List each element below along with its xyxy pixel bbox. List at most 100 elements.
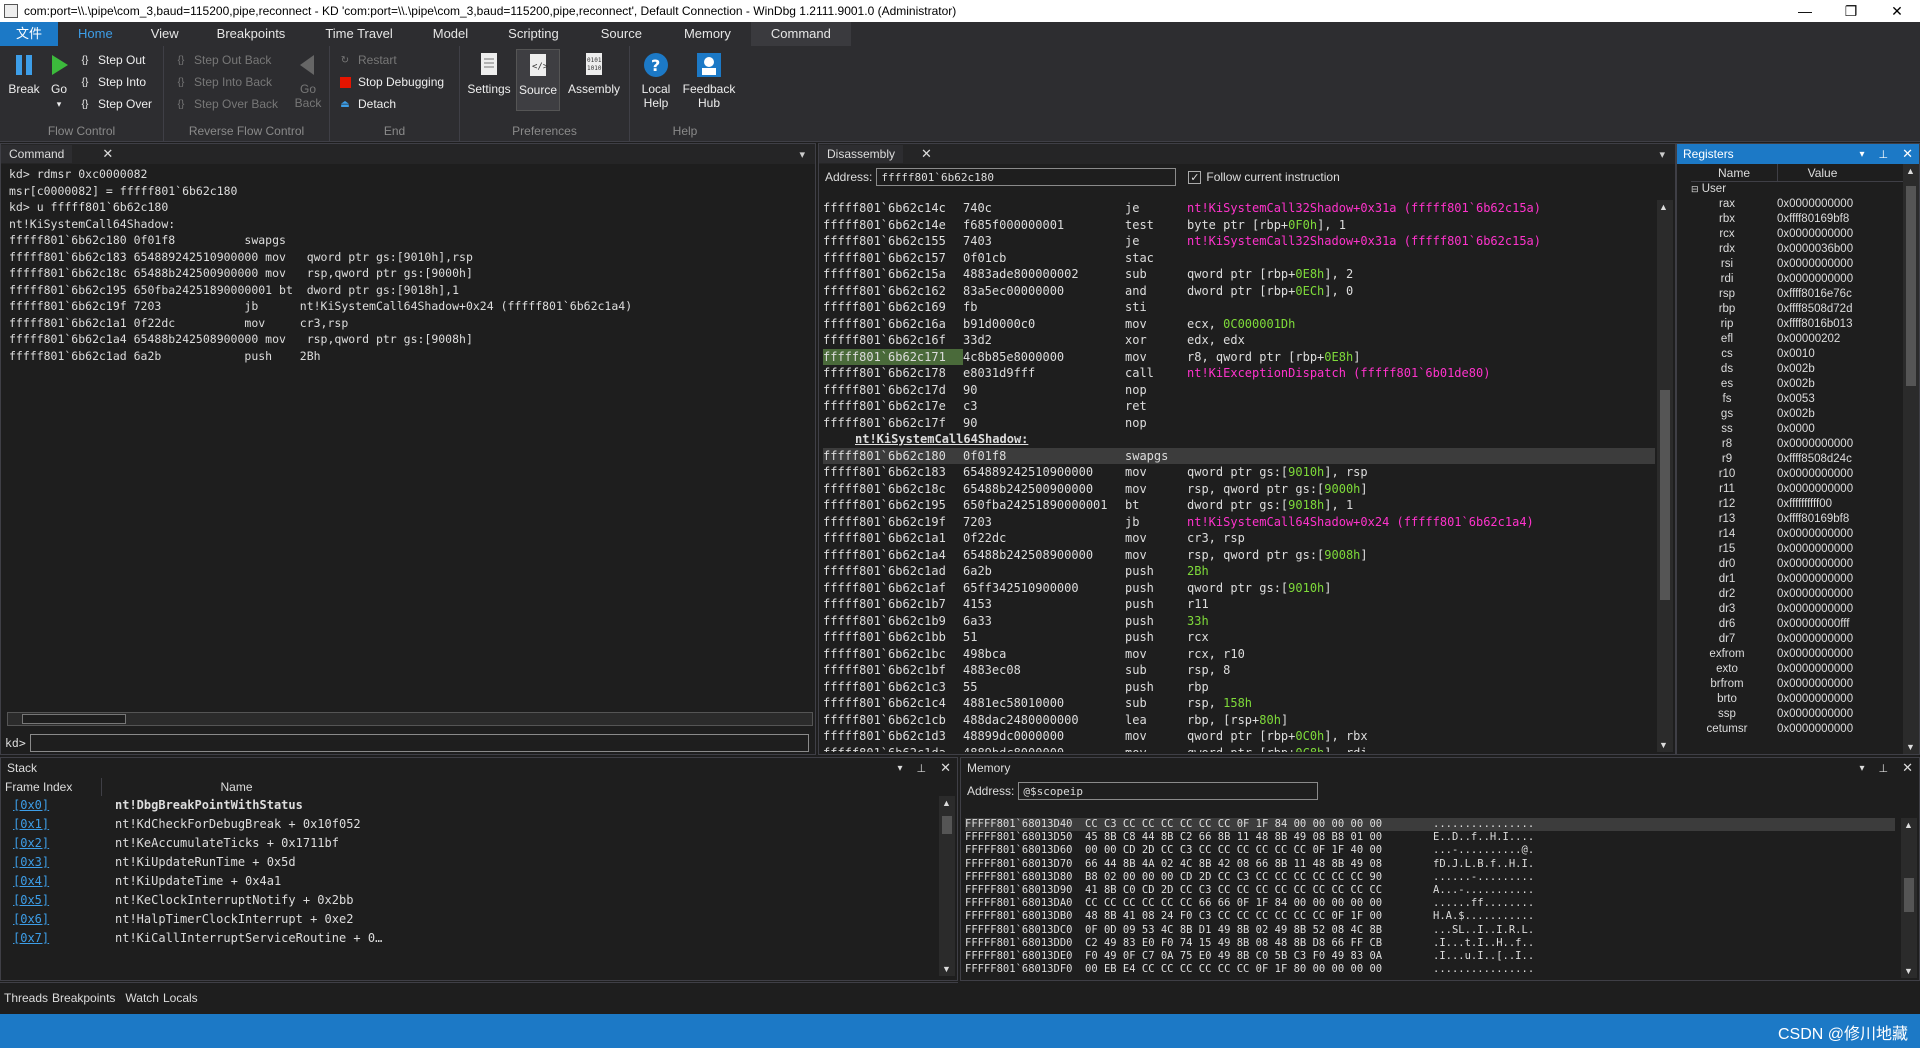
memory-close-icon[interactable]: ✕ <box>1902 760 1913 776</box>
stack-frame-link[interactable]: [0x6] <box>13 912 49 926</box>
command-hscrollbar[interactable] <box>7 712 813 726</box>
disasm-row[interactable]: fffff801`6b62c14c 740c je nt!KiSystemCall32… <box>823 200 1655 217</box>
memory-row[interactable]: FFFFF801`68013DD0 C2 49 83 E0 F0 74 15 49… <box>965 937 1895 950</box>
disassembly-tab-close-icon[interactable]: ✕ <box>921 146 932 162</box>
stack-row[interactable]: [0x6] nt!HalpTimerClockInterrupt + 0xe2 <box>1 910 957 929</box>
register-row[interactable]: dr0 0x0000000000 <box>1677 557 1919 572</box>
feedback-hub-button[interactable]: Feedback Hub <box>678 52 740 110</box>
memory-row[interactable]: FFFFF801`68013D60 00 00 CD 2D CC C3 CC CC… <box>965 844 1895 857</box>
disasm-row[interactable]: fffff801`6b62c1b9 6a33 push 33h <box>823 613 1655 630</box>
close-window-button[interactable]: ✕ <box>1874 3 1920 20</box>
registers-vscrollbar[interactable]: ▲ ▼ <box>1903 164 1919 754</box>
register-row[interactable]: r13 0xffff80169bf8 <box>1677 512 1919 527</box>
register-row[interactable]: cs 0x0010 <box>1677 347 1919 362</box>
disassembly-vscroll-thumb[interactable] <box>1660 390 1670 600</box>
minimize-button[interactable]: — <box>1782 3 1828 19</box>
disasm-row[interactable]: fffff801`6b62c178 e8031d9fff call nt!KiExce… <box>823 365 1655 382</box>
stop-debugging-button[interactable]: Stop Debugging <box>338 72 444 92</box>
restart-button[interactable]: ↻ Restart <box>338 50 397 70</box>
command-pane-menu-icon[interactable]: ▾ <box>799 148 805 161</box>
register-row[interactable]: dr3 0x0000000000 <box>1677 602 1919 617</box>
tab-breakpoints[interactable]: Breakpoints <box>197 22 306 46</box>
disasm-row[interactable]: nt!KiSystemCall64Shadow: <box>823 431 1655 448</box>
register-row[interactable]: efl 0x00000202 <box>1677 332 1919 347</box>
tab-threads[interactable]: Threads <box>4 991 48 1005</box>
disasm-row[interactable]: fffff801`6b62c1a4 65488b242508900000 mov rs… <box>823 547 1655 564</box>
assembly-button[interactable]: 0101 1010 Assembly <box>564 52 624 96</box>
stack-frame-link[interactable]: [0x4] <box>13 874 49 888</box>
step-into-back-button[interactable]: {} Step Into Back <box>174 72 272 92</box>
stack-row[interactable]: [0x5] nt!KeClockInterruptNotify + 0x2bb <box>1 891 957 910</box>
register-row[interactable]: ssp 0x0000000000 <box>1677 707 1919 722</box>
disasm-row[interactable]: fffff801`6b62c17e c3 ret <box>823 398 1655 415</box>
stack-frame-index[interactable]: [0x4] <box>1 872 115 891</box>
disasm-row[interactable]: fffff801`6b62c162 83a5ec00000000 and dword … <box>823 283 1655 300</box>
register-row[interactable]: r10 0x0000000000 <box>1677 467 1919 482</box>
disasm-row[interactable]: fffff801`6b62c1bf 4883ec08 sub rsp, 8 <box>823 662 1655 679</box>
disasm-row[interactable]: fffff801`6b62c1da4889bdc8000000movqword … <box>823 745 1655 753</box>
stack-col-index[interactable]: Frame Index <box>1 778 101 796</box>
settings-button[interactable]: Settings <box>466 52 512 96</box>
memory-row[interactable]: FFFFF801`68013D50 45 8B C8 44 8B C2 66 8B… <box>965 831 1895 844</box>
disasm-row[interactable]: fffff801`6b62c171 4c8b85e8000000 mov r8, qw… <box>823 348 1655 365</box>
pin-icon[interactable]: ⊥ <box>1879 148 1889 161</box>
registers-vscroll-thumb[interactable] <box>1906 186 1916 386</box>
disassembly-pane-menu-icon[interactable]: ▾ <box>1659 148 1665 161</box>
memory-row[interactable]: FFFFF801`68013D40 CC C3 CC CC CC CC CC CC… <box>965 818 1895 832</box>
register-row[interactable]: rsp 0xffff8016e76c <box>1677 287 1919 302</box>
register-row[interactable]: rip 0xffff8016b013 <box>1677 317 1919 332</box>
step-out-back-button[interactable]: {} Step Out Back <box>174 50 272 70</box>
memory-row[interactable]: FFFFF801`68013DF0 00 EB E4 CC CC CC CC CC… <box>965 963 1895 976</box>
step-into-button[interactable]: {} Step Into <box>78 72 146 92</box>
disassembly-vscrollbar[interactable]: ▲ ▼ <box>1657 200 1673 752</box>
register-row[interactable]: brto 0x0000000000 <box>1677 692 1919 707</box>
step-over-button[interactable]: {} Step Over <box>78 94 152 114</box>
tab-time-travel[interactable]: Time Travel <box>305 22 412 46</box>
disasm-row[interactable]: fffff801`6b62c1bb 51 push rcx <box>823 629 1655 646</box>
register-row[interactable]: rdx 0x0000036b00 <box>1677 242 1919 257</box>
disasm-row[interactable]: fffff801`6b62c1c4 4881ec58010000 sub rsp, 1… <box>823 695 1655 712</box>
tab-breakpoints-pane[interactable]: Breakpoints <box>52 991 115 1005</box>
stack-row[interactable]: [0x4] nt!KiUpdateTime + 0x4a1 <box>1 872 957 891</box>
mem-scroll-down-icon[interactable]: ▼ <box>1904 966 1913 976</box>
tab-source[interactable]: Source <box>579 22 664 46</box>
registers-close-icon[interactable]: ✕ <box>1902 146 1913 162</box>
disasm-row[interactable]: fffff801`6b62c1d3 48899dc0000000 mov qword … <box>823 728 1655 745</box>
local-help-button[interactable]: ? Local Help <box>634 52 678 110</box>
register-row[interactable]: es 0x002b <box>1677 377 1919 392</box>
register-row[interactable]: r12 0xffffffffff00 <box>1677 497 1919 512</box>
stack-row[interactable]: [0x1] nt!KdCheckForDebugBreak + 0x10f052 <box>1 815 957 834</box>
stack-frame-index[interactable]: [0x5] <box>1 891 115 910</box>
disasm-row[interactable]: fffff801`6b62c195 650fba24251890000001 bt d… <box>823 497 1655 514</box>
register-row[interactable]: rcx 0x0000000000 <box>1677 227 1919 242</box>
register-row[interactable]: rsi 0x0000000000 <box>1677 257 1919 272</box>
disasm-row[interactable]: fffff801`6b62c1c3 55 push rbp <box>823 679 1655 696</box>
register-row[interactable]: r11 0x0000000000 <box>1677 482 1919 497</box>
register-row[interactable]: rbp 0xffff8508d72d <box>1677 302 1919 317</box>
tab-watch[interactable]: Watch <box>125 991 159 1005</box>
reg-scroll-down-icon[interactable]: ▼ <box>1906 742 1915 752</box>
tab-home[interactable]: Home <box>58 22 133 46</box>
scroll-down-icon[interactable]: ▼ <box>1659 740 1668 750</box>
tab-memory[interactable]: Memory <box>664 22 751 46</box>
register-row[interactable]: r8 0x0000000000 <box>1677 437 1919 452</box>
stack-row[interactable]: [0x0] nt!DbgBreakPointWithStatus <box>1 796 957 815</box>
tab-file[interactable]: 文件 <box>0 22 59 46</box>
disasm-row[interactable]: fffff801`6b62c16a b91d0000c0 mov ecx, 0C000… <box>823 316 1655 333</box>
register-row[interactable]: cetumsr 0x0000000000 <box>1677 722 1919 737</box>
register-row[interactable]: dr1 0x0000000000 <box>1677 572 1919 587</box>
register-row[interactable]: exfrom 0x0000000000 <box>1677 647 1919 662</box>
register-row[interactable]: dr2 0x0000000000 <box>1677 587 1919 602</box>
stack-pin-icon[interactable]: ⊥ <box>917 762 927 775</box>
memory-row[interactable]: FFFFF801`68013DB0 48 8B 41 08 24 F0 C3 CC… <box>965 910 1895 923</box>
stack-vscrollbar[interactable]: ▲ ▼ <box>939 796 955 976</box>
register-row[interactable]: r15 0x0000000000 <box>1677 542 1919 557</box>
register-row[interactable]: fs 0x0053 <box>1677 392 1919 407</box>
memory-row[interactable]: FFFFF801`68013DC0 0F 0D 09 53 4C 8B D1 49… <box>965 924 1895 937</box>
register-row[interactable]: rdi 0x0000000000 <box>1677 272 1919 287</box>
stack-vscroll-thumb[interactable] <box>942 816 952 834</box>
stack-dropdown-icon[interactable]: ▾ <box>897 763 902 774</box>
memory-vscrollbar[interactable]: ▲ ▼ <box>1901 818 1917 978</box>
stack-frame-link[interactable]: [0x1] <box>13 817 49 831</box>
stack-frame-link[interactable]: [0x0] <box>13 798 49 812</box>
